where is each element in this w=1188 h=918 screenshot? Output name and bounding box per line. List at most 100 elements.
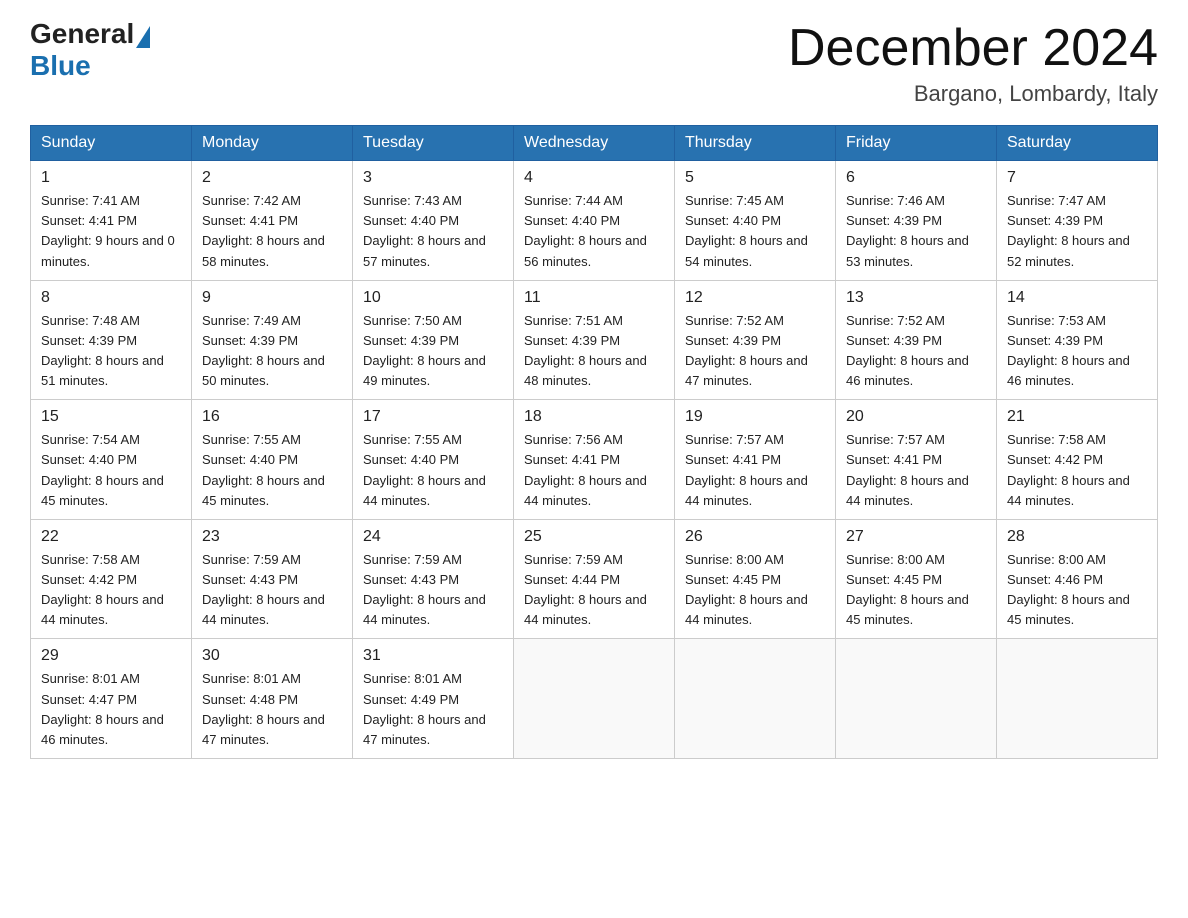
day-number: 15 — [41, 408, 181, 426]
day-number: 10 — [363, 289, 503, 307]
day-info: Sunrise: 7:51 AMSunset: 4:39 PMDaylight:… — [524, 311, 664, 392]
header-tuesday: Tuesday — [353, 126, 514, 161]
calendar-day-cell: 1Sunrise: 7:41 AMSunset: 4:41 PMDaylight… — [31, 161, 192, 281]
calendar-day-cell: 28Sunrise: 8:00 AMSunset: 4:46 PMDayligh… — [997, 519, 1158, 639]
calendar-day-cell — [836, 639, 997, 759]
day-number: 3 — [363, 169, 503, 187]
calendar-day-cell: 23 Sunrise: 7:59 AMSunset: 4:43 PMDayligh… — [192, 519, 353, 639]
day-number: 5 — [685, 169, 825, 187]
day-number: 9 — [202, 289, 342, 307]
page-header: General Blue December 2024 Bargano, Lomb… — [30, 20, 1158, 107]
header-friday: Friday — [836, 126, 997, 161]
calendar-day-cell: 31 Sunrise: 8:01 AMSunset: 4:49 PMDayligh… — [353, 639, 514, 759]
calendar-day-cell: 22 Sunrise: 7:58 AMSunset: 4:42 PMDayligh… — [31, 519, 192, 639]
calendar-day-cell: 7 Sunrise: 7:47 AMSunset: 4:39 PMDaylight… — [997, 161, 1158, 281]
day-info: Sunrise: 7:55 AMSunset: 4:40 PMDaylight:… — [202, 430, 342, 511]
day-number: 7 — [1007, 169, 1147, 187]
header-wednesday: Wednesday — [514, 126, 675, 161]
calendar-day-cell: 6 Sunrise: 7:46 AMSunset: 4:39 PMDaylight… — [836, 161, 997, 281]
day-number: 2 — [202, 169, 342, 187]
calendar-day-cell: 9 Sunrise: 7:49 AMSunset: 4:39 PMDaylight… — [192, 280, 353, 400]
calendar-header-row: SundayMondayTuesdayWednesdayThursdayFrid… — [31, 126, 1158, 161]
calendar-day-cell: 26 Sunrise: 8:00 AMSunset: 4:45 PMDayligh… — [675, 519, 836, 639]
day-info: Sunrise: 7:57 AMSunset: 4:41 PMDaylight:… — [846, 430, 986, 511]
day-number: 8 — [41, 289, 181, 307]
calendar-day-cell: 19 Sunrise: 7:57 AMSunset: 4:41 PMDayligh… — [675, 400, 836, 520]
day-info: Sunrise: 7:45 AMSunset: 4:40 PMDaylight:… — [685, 191, 825, 272]
day-number: 27 — [846, 528, 986, 546]
day-info: Sunrise: 7:59 AMSunset: 4:43 PMDaylight:… — [202, 550, 342, 631]
day-info: Sunrise: 7:48 AMSunset: 4:39 PMDaylight:… — [41, 311, 181, 392]
logo-arrow-icon — [136, 26, 150, 48]
day-info: Sunrise: 7:50 AMSunset: 4:39 PMDaylight:… — [363, 311, 503, 392]
calendar-day-cell: 11 Sunrise: 7:51 AMSunset: 4:39 PMDayligh… — [514, 280, 675, 400]
calendar-day-cell: 20Sunrise: 7:57 AMSunset: 4:41 PMDayligh… — [836, 400, 997, 520]
logo-general-text: General — [30, 20, 134, 48]
day-number: 13 — [846, 289, 986, 307]
day-info: Sunrise: 7:58 AMSunset: 4:42 PMDaylight:… — [41, 550, 181, 631]
day-info: Sunrise: 7:52 AMSunset: 4:39 PMDaylight:… — [685, 311, 825, 392]
calendar-day-cell: 15 Sunrise: 7:54 AMSunset: 4:40 PMDayligh… — [31, 400, 192, 520]
month-title: December 2024 — [788, 20, 1158, 77]
day-number: 30 — [202, 647, 342, 665]
day-number: 17 — [363, 408, 503, 426]
day-number: 14 — [1007, 289, 1147, 307]
calendar-day-cell — [514, 639, 675, 759]
calendar-day-cell: 5 Sunrise: 7:45 AMSunset: 4:40 PMDaylight… — [675, 161, 836, 281]
day-info: Sunrise: 7:42 AMSunset: 4:41 PMDaylight:… — [202, 191, 342, 272]
day-number: 18 — [524, 408, 664, 426]
day-info: Sunrise: 7:43 AMSunset: 4:40 PMDaylight:… — [363, 191, 503, 272]
day-info: Sunrise: 7:53 AMSunset: 4:39 PMDaylight:… — [1007, 311, 1147, 392]
day-number: 1 — [41, 169, 181, 187]
calendar-day-cell — [997, 639, 1158, 759]
day-info: Sunrise: 7:57 AMSunset: 4:41 PMDaylight:… — [685, 430, 825, 511]
day-info: Sunrise: 8:00 AMSunset: 4:45 PMDaylight:… — [685, 550, 825, 631]
calendar-day-cell: 21 Sunrise: 7:58 AMSunset: 4:42 PMDayligh… — [997, 400, 1158, 520]
day-number: 6 — [846, 169, 986, 187]
calendar-day-cell: 2 Sunrise: 7:42 AMSunset: 4:41 PMDaylight… — [192, 161, 353, 281]
calendar-week-row: 29Sunrise: 8:01 AMSunset: 4:47 PMDayligh… — [31, 639, 1158, 759]
day-info: Sunrise: 7:59 AMSunset: 4:43 PMDaylight:… — [363, 550, 503, 631]
day-number: 23 — [202, 528, 342, 546]
calendar-day-cell: 4 Sunrise: 7:44 AMSunset: 4:40 PMDaylight… — [514, 161, 675, 281]
day-number: 16 — [202, 408, 342, 426]
calendar-week-row: 1Sunrise: 7:41 AMSunset: 4:41 PMDaylight… — [31, 161, 1158, 281]
calendar-day-cell: 8 Sunrise: 7:48 AMSunset: 4:39 PMDaylight… — [31, 280, 192, 400]
calendar-day-cell: 13Sunrise: 7:52 AMSunset: 4:39 PMDayligh… — [836, 280, 997, 400]
calendar-day-cell: 30 Sunrise: 8:01 AMSunset: 4:48 PMDayligh… — [192, 639, 353, 759]
logo: General Blue — [30, 20, 150, 82]
logo-blue-text: Blue — [30, 50, 91, 82]
day-info: Sunrise: 8:01 AMSunset: 4:48 PMDaylight:… — [202, 669, 342, 750]
day-info: Sunrise: 7:47 AMSunset: 4:39 PMDaylight:… — [1007, 191, 1147, 272]
day-number: 4 — [524, 169, 664, 187]
calendar-day-cell: 18 Sunrise: 7:56 AMSunset: 4:41 PMDayligh… — [514, 400, 675, 520]
header-thursday: Thursday — [675, 126, 836, 161]
day-number: 12 — [685, 289, 825, 307]
day-info: Sunrise: 7:59 AMSunset: 4:44 PMDaylight:… — [524, 550, 664, 631]
header-sunday: Sunday — [31, 126, 192, 161]
day-number: 22 — [41, 528, 181, 546]
calendar-day-cell: 10 Sunrise: 7:50 AMSunset: 4:39 PMDayligh… — [353, 280, 514, 400]
calendar-day-cell — [675, 639, 836, 759]
day-info: Sunrise: 8:01 AMSunset: 4:49 PMDaylight:… — [363, 669, 503, 750]
day-number: 26 — [685, 528, 825, 546]
day-number: 19 — [685, 408, 825, 426]
title-area: December 2024 Bargano, Lombardy, Italy — [788, 20, 1158, 107]
day-info: Sunrise: 7:44 AMSunset: 4:40 PMDaylight:… — [524, 191, 664, 272]
calendar-day-cell: 12 Sunrise: 7:52 AMSunset: 4:39 PMDayligh… — [675, 280, 836, 400]
day-number: 25 — [524, 528, 664, 546]
day-info: Sunrise: 7:58 AMSunset: 4:42 PMDaylight:… — [1007, 430, 1147, 511]
calendar-day-cell: 27Sunrise: 8:00 AMSunset: 4:45 PMDayligh… — [836, 519, 997, 639]
location-subtitle: Bargano, Lombardy, Italy — [788, 81, 1158, 107]
day-number: 11 — [524, 289, 664, 307]
day-number: 29 — [41, 647, 181, 665]
day-info: Sunrise: 7:49 AMSunset: 4:39 PMDaylight:… — [202, 311, 342, 392]
calendar-day-cell: 24Sunrise: 7:59 AMSunset: 4:43 PMDayligh… — [353, 519, 514, 639]
day-info: Sunrise: 7:56 AMSunset: 4:41 PMDaylight:… — [524, 430, 664, 511]
day-info: Sunrise: 7:54 AMSunset: 4:40 PMDaylight:… — [41, 430, 181, 511]
day-number: 28 — [1007, 528, 1147, 546]
day-info: Sunrise: 7:46 AMSunset: 4:39 PMDaylight:… — [846, 191, 986, 272]
calendar-day-cell: 29Sunrise: 8:01 AMSunset: 4:47 PMDayligh… — [31, 639, 192, 759]
day-number: 31 — [363, 647, 503, 665]
day-number: 21 — [1007, 408, 1147, 426]
